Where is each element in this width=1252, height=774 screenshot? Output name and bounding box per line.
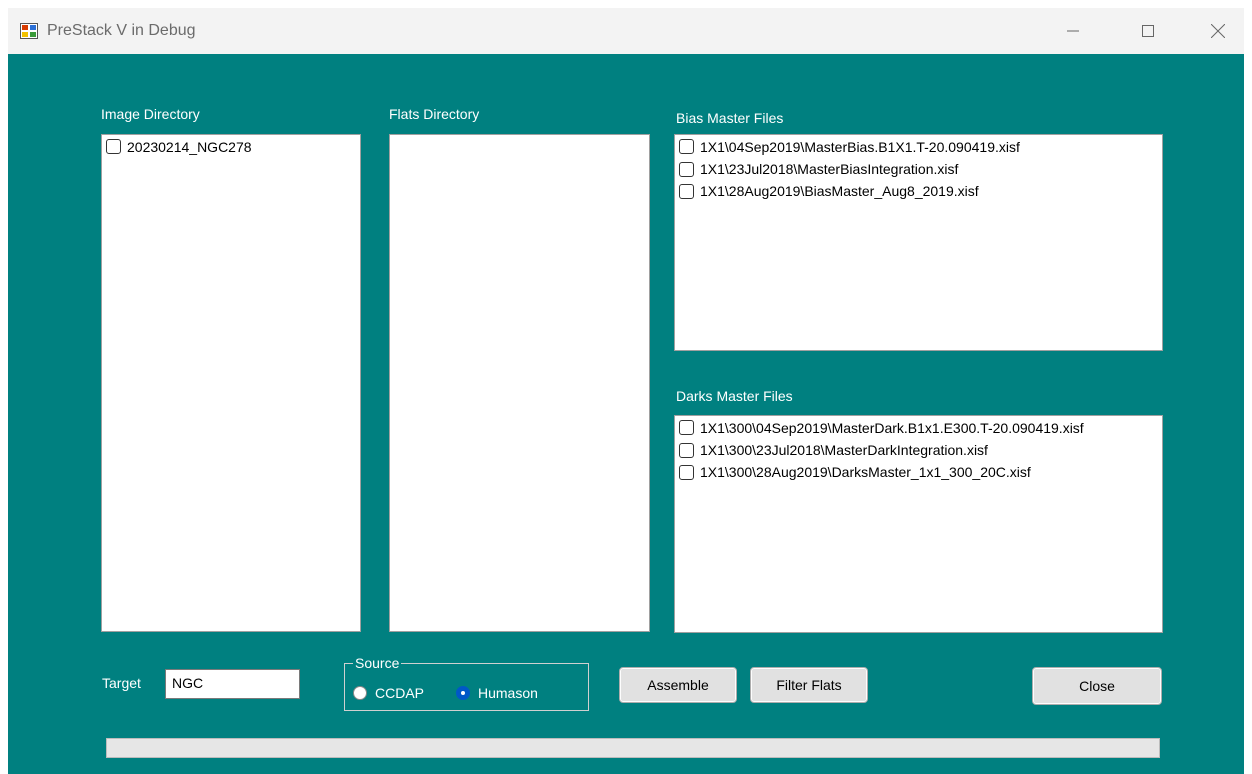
checkbox[interactable] <box>679 442 694 458</box>
checkbox[interactable] <box>679 464 694 480</box>
checkbox[interactable] <box>106 139 121 154</box>
bias-master-label: Bias Master Files <box>676 110 784 126</box>
radio-label: Humason <box>478 685 538 701</box>
list-item[interactable]: 1X1\300\04Sep2019\MasterDark.B1x1.E300.T… <box>675 416 1162 439</box>
target-label: Target <box>102 675 141 691</box>
list-item-label: 1X1\04Sep2019\MasterBias.B1X1.T-20.09041… <box>700 138 1020 155</box>
image-directory-label: Image Directory <box>101 106 200 122</box>
app-window: PreStack V in Debug Image Directory 2023… <box>8 8 1244 774</box>
radio-humason[interactable]: Humason <box>456 685 538 701</box>
checkbox[interactable] <box>679 139 694 154</box>
radio-button-icon <box>353 686 367 700</box>
list-item[interactable]: 1X1\300\23Jul2018\MasterDarkIntegration.… <box>675 439 1162 461</box>
close-button[interactable]: Close <box>1032 667 1162 705</box>
list-item-label: 1X1\300\28Aug2019\DarksMaster_1x1_300_20… <box>700 464 1031 480</box>
source-group-label: Source <box>353 654 402 672</box>
list-item-label: 20230214_NGC278 <box>127 138 252 155</box>
list-item-label: 1X1\300\23Jul2018\MasterDarkIntegration.… <box>700 442 988 458</box>
list-item[interactable]: 1X1\23Jul2018\MasterBiasIntegration.xisf <box>675 158 1162 180</box>
radio-label: CCDAP <box>375 685 425 701</box>
close-icon <box>1211 24 1225 38</box>
list-item[interactable]: 1X1\04Sep2019\MasterBias.B1X1.T-20.09041… <box>675 135 1162 158</box>
list-item[interactable]: 20230214_NGC278 <box>102 135 360 158</box>
list-item[interactable]: 1X1\300\28Aug2019\DarksMaster_1x1_300_20… <box>675 461 1162 483</box>
filter-flats-button[interactable]: Filter Flats <box>750 667 868 703</box>
bias-master-list[interactable]: 1X1\04Sep2019\MasterBias.B1X1.T-20.09041… <box>674 134 1163 351</box>
close-window-button[interactable] <box>1195 8 1241 54</box>
darks-master-list[interactable]: 1X1\300\04Sep2019\MasterDark.B1x1.E300.T… <box>674 415 1163 633</box>
app-icon <box>20 23 38 39</box>
list-item[interactable]: 1X1\28Aug2019\BiasMaster_Aug8_2019.xisf <box>675 180 1162 202</box>
window-title: PreStack V in Debug <box>47 22 196 39</box>
source-group: Source CCDAP Humason <box>344 654 589 711</box>
title-bar[interactable]: PreStack V in Debug <box>8 8 1244 54</box>
image-directory-list[interactable]: 20230214_NGC278 <box>101 134 361 632</box>
progress-bar <box>106 738 1160 758</box>
list-item-label: 1X1\28Aug2019\BiasMaster_Aug8_2019.xisf <box>700 183 979 199</box>
list-item-label: 1X1\300\04Sep2019\MasterDark.B1x1.E300.T… <box>700 419 1084 436</box>
darks-master-label: Darks Master Files <box>676 388 793 404</box>
flats-directory-label: Flats Directory <box>389 106 480 122</box>
maximize-icon <box>1142 25 1154 37</box>
minimize-icon <box>1067 30 1079 32</box>
checkbox[interactable] <box>679 420 694 435</box>
radio-ccdap[interactable]: CCDAP <box>353 685 424 701</box>
target-input[interactable]: NGC <box>165 669 300 699</box>
list-item-label: 1X1\23Jul2018\MasterBiasIntegration.xisf <box>700 161 959 177</box>
maximize-button[interactable] <box>1125 8 1171 54</box>
minimize-button[interactable] <box>1050 8 1096 54</box>
flats-directory-list[interactable] <box>389 134 650 632</box>
checkbox[interactable] <box>679 161 694 177</box>
assemble-button[interactable]: Assemble <box>619 667 737 703</box>
form-client-area: Image Directory 20230214_NGC278 Flats Di… <box>8 54 1244 774</box>
checkbox[interactable] <box>679 183 694 199</box>
radio-button-selected-icon <box>456 686 470 700</box>
